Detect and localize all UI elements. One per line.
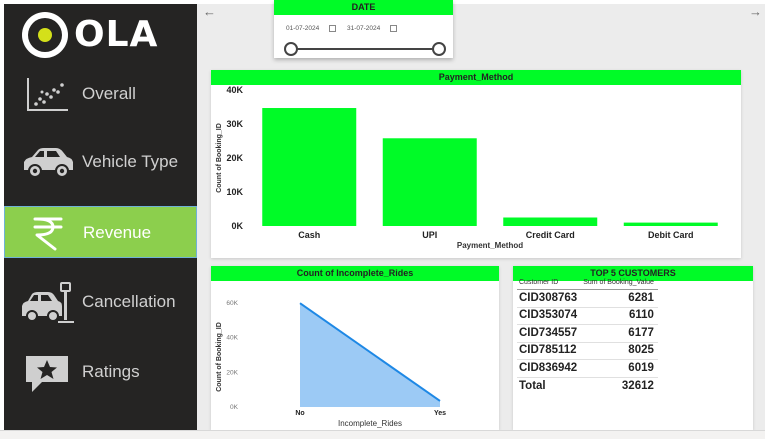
- total-label-cell: Total: [517, 376, 582, 395]
- bar-debit-card: [623, 222, 718, 226]
- payment-method-chart-card: Payment_Method 0K 10K 20K 30K 40K Cash UPI Cred…: [211, 70, 741, 258]
- sidebar: OLA Overall Vehicle Type Revenue Cancell…: [4, 4, 197, 430]
- start-date-handle[interactable]: [284, 42, 298, 56]
- customer-id-cell: CID785112: [517, 342, 582, 360]
- date-slicer: DATE 01-07-2024 31-07-2024: [274, 0, 453, 58]
- table-row: CID836942 6019: [517, 359, 658, 378]
- nav-label-overall: Overall: [82, 84, 136, 103]
- table-header-row: Customer ID Sum of Booking_Value: [517, 278, 658, 290]
- booking-value-cell: 6177: [581, 324, 658, 343]
- y-tick-label: 20K: [226, 369, 238, 376]
- car-crash-icon: [22, 282, 74, 323]
- scatter-chart-icon: [27, 78, 68, 111]
- table-row: CID353074 6110: [517, 307, 658, 325]
- x-tick-label: No: [295, 410, 304, 417]
- date-slicer-title: DATE: [274, 0, 453, 15]
- table-row: CID785112 8025: [517, 342, 658, 360]
- y-tick-label: 0K: [231, 221, 243, 231]
- y-axis-title: Count of Booking_ID: [216, 322, 223, 392]
- start-date-input[interactable]: 01-07-2024: [286, 25, 319, 32]
- y-tick-label: 20K: [226, 153, 243, 163]
- x-tick-label: UPI: [422, 230, 437, 240]
- payment-chart-title: Payment_Method: [211, 70, 741, 85]
- total-value-cell: 32612: [581, 376, 658, 395]
- end-date-handle[interactable]: [432, 42, 446, 56]
- x-axis-title: Payment_Method: [457, 241, 523, 250]
- ola-logo-mark-icon: [22, 12, 68, 58]
- y-tick-label: 0K: [230, 404, 239, 411]
- incomplete-rides-chart: 0K 20K 40K 60K No Yes Incomplete_Rides Count of…: [216, 300, 446, 428]
- ola-logo: OLA: [22, 12, 162, 58]
- x-axis-title: Incomplete_Rides: [338, 419, 402, 428]
- y-axis-title: Count of Booking_ID: [216, 123, 223, 193]
- bottom-status-bar: [0, 430, 765, 439]
- rupee-icon: [33, 217, 63, 251]
- calendar-icon[interactable]: [390, 25, 397, 32]
- nav-label-revenue: Revenue: [83, 223, 152, 242]
- payment-method-chart: 0K 10K 20K 30K 40K Cash UPI Credit Card Debit Ca…: [216, 85, 718, 250]
- bar-cash: [262, 108, 357, 226]
- y-tick-label: 40K: [226, 85, 243, 95]
- star-review-icon: [26, 356, 68, 392]
- column-header-booking-value[interactable]: Sum of Booking_Value: [581, 278, 658, 290]
- incomplete-chart-title: Count of Incomplete_Rides: [211, 266, 499, 281]
- x-tick-label: Yes: [434, 410, 446, 417]
- nav-item-vehicle-type[interactable]: Vehicle Type: [4, 136, 197, 188]
- nav-item-revenue[interactable]: Revenue: [4, 206, 197, 258]
- right-arrow-icon[interactable]: →: [749, 4, 762, 19]
- booking-value-cell: 6110: [581, 307, 658, 325]
- nav-label-cancellation: Cancellation: [82, 292, 176, 311]
- date-range-track[interactable]: [291, 48, 441, 50]
- incomplete-rides-chart-card: Count of Incomplete_Rides 0K 20K 40K 60K No Y…: [211, 266, 499, 430]
- booking-value-cell: 6281: [581, 289, 658, 308]
- x-tick-label: Debit Card: [648, 230, 694, 240]
- customer-id-cell: CID836942: [517, 359, 582, 378]
- customer-id-cell: CID308763: [517, 289, 582, 308]
- nav-item-cancellation[interactable]: Cancellation: [4, 276, 197, 328]
- x-tick-label: Cash: [298, 230, 320, 240]
- y-tick-label: 40K: [226, 335, 238, 342]
- y-tick-label: 60K: [226, 300, 238, 307]
- bar-upi: [382, 138, 477, 226]
- top-customers-card: TOP 5 CUSTOMERS Customer ID Sum of Booki…: [513, 266, 753, 430]
- logo-text: OLA: [74, 14, 159, 55]
- customer-id-cell: CID734557: [517, 324, 582, 343]
- nav-item-overall[interactable]: Overall: [4, 68, 197, 120]
- left-arrow-icon[interactable]: ←: [203, 4, 216, 19]
- nav-item-ratings[interactable]: Ratings: [4, 346, 197, 398]
- booking-value-cell: 8025: [581, 342, 658, 360]
- nav-label-vehicle-type: Vehicle Type: [82, 152, 179, 171]
- nav-label-ratings: Ratings: [82, 362, 140, 381]
- bar-credit-card: [503, 217, 598, 226]
- top-customers-table: Customer ID Sum of Booking_Value CID3087…: [517, 278, 658, 395]
- table-row: CID734557 6177: [517, 324, 658, 343]
- y-tick-label: 30K: [226, 119, 243, 129]
- x-tick-label: Credit Card: [526, 230, 575, 240]
- report-frame: OLA Overall Vehicle Type Revenue Cancell…: [0, 0, 765, 439]
- customer-id-cell: CID353074: [517, 307, 582, 325]
- calendar-icon[interactable]: [329, 25, 336, 32]
- column-header-customer-id[interactable]: Customer ID: [517, 278, 582, 290]
- end-date-input[interactable]: 31-07-2024: [347, 25, 380, 32]
- table-total-row: Total 32612: [517, 376, 658, 395]
- table-row: CID308763 6281: [517, 289, 658, 308]
- booking-value-cell: 6019: [581, 359, 658, 378]
- car-icon: [24, 148, 73, 178]
- y-tick-label: 10K: [226, 187, 243, 197]
